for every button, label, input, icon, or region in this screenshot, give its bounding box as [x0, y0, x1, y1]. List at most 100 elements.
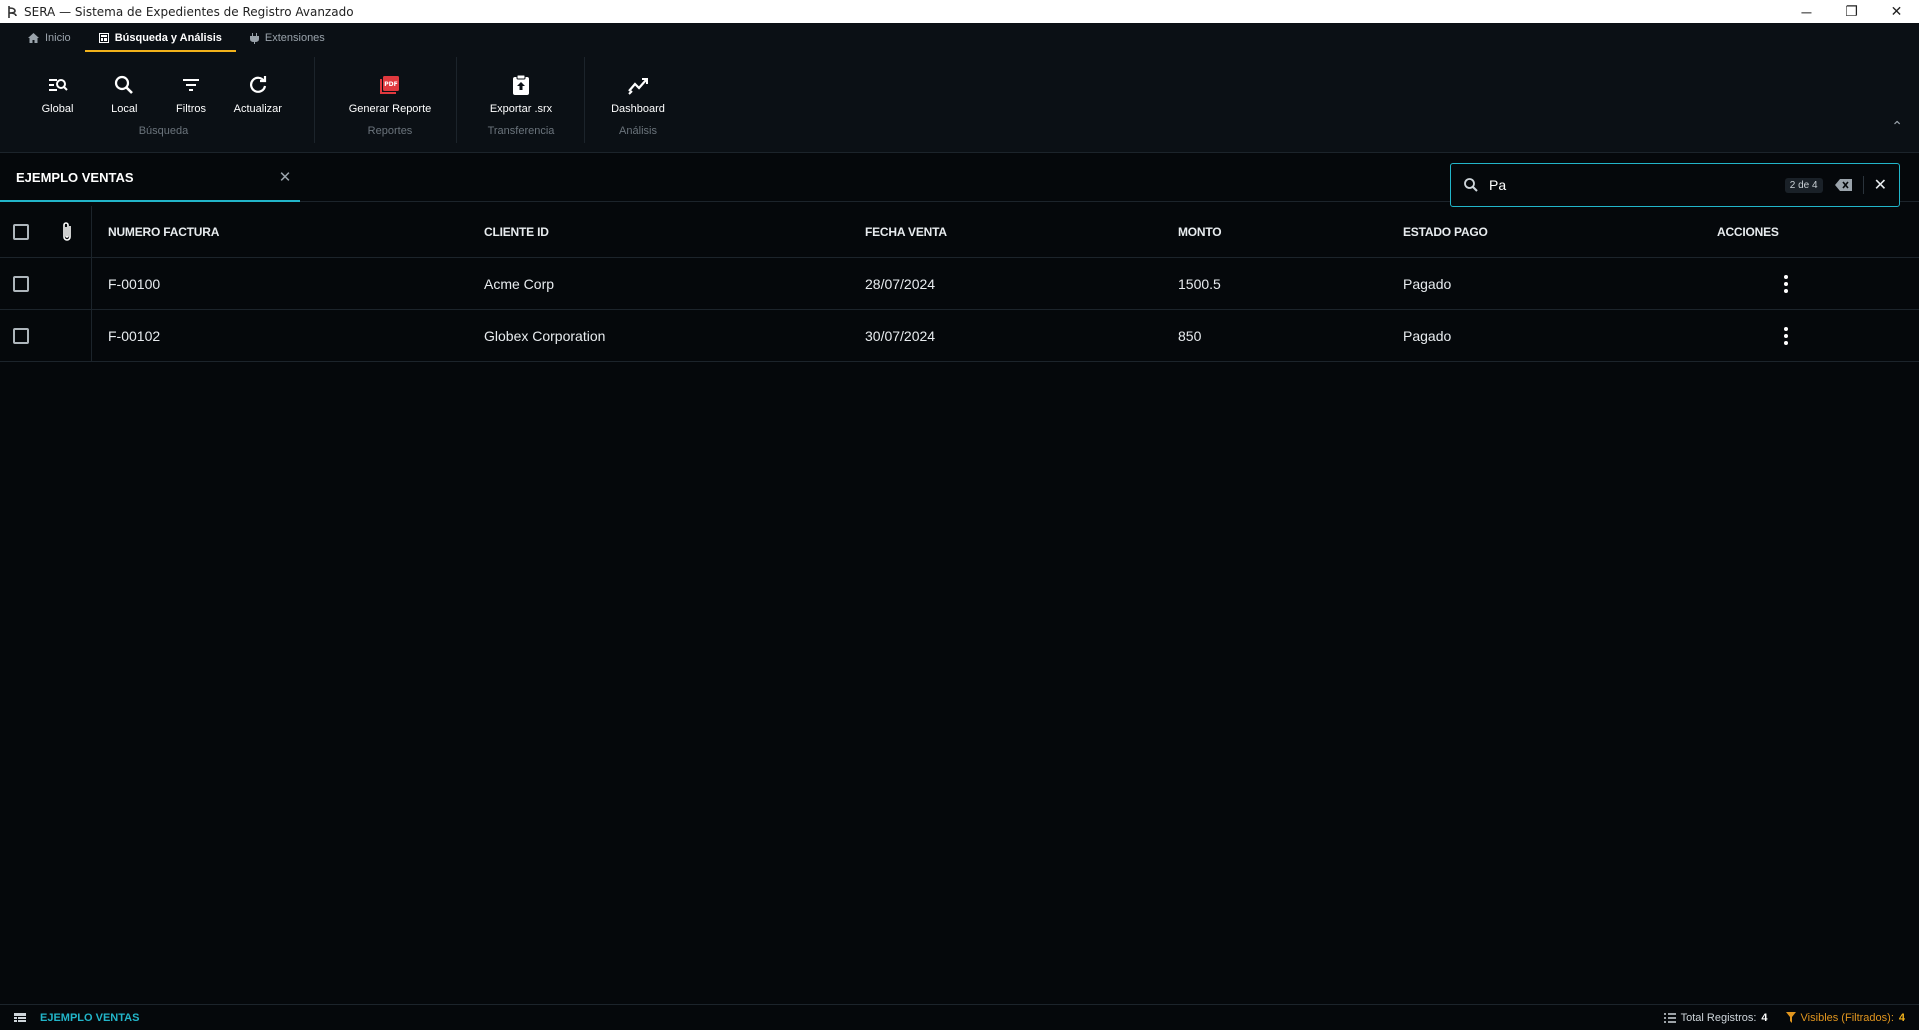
close-search-icon[interactable]: ✕ [1874, 175, 1887, 195]
search-input[interactable] [1489, 177, 1785, 193]
attachment-cell [42, 309, 92, 362]
total-records-label: Total Registros: [1680, 1011, 1757, 1024]
search-icon [115, 75, 134, 94]
backspace-clear-icon[interactable] [1834, 178, 1853, 192]
collapse-ribbon-icon[interactable]: ⌃ [1891, 118, 1903, 135]
kebab-menu-icon [1784, 274, 1788, 293]
doc-tab-ejemplo-ventas[interactable]: EJEMPLO VENTAS ✕ [0, 154, 300, 202]
group-label-reportes: Reportes [367, 125, 413, 137]
table-icon [98, 33, 109, 43]
cell-numero-factura: F-00102 [108, 327, 161, 344]
home-icon [28, 33, 39, 43]
cell-estado-pago: Pagado [1403, 275, 1452, 292]
column-header-cliente-id[interactable]: CLIENTE ID [468, 225, 849, 239]
refresh-label: Actualizar [233, 103, 282, 115]
tab-extensiones-label: Extensiones [264, 32, 325, 44]
ribbon: Global Local Filtros Actualizar Búsqueda… [0, 53, 1919, 153]
local-search-label: Local [111, 103, 138, 115]
dashboard-button[interactable]: Dashboard [598, 59, 678, 119]
attachment-column-header [42, 205, 92, 258]
cell-monto: 1500.5 [1178, 275, 1221, 292]
active-table-name: EJEMPLO VENTAS [40, 1011, 140, 1024]
ribbon-separator [456, 57, 457, 143]
global-search-label: Global [41, 103, 74, 115]
trend-chart-icon [628, 78, 648, 95]
visible-records-label: Visibles (Filtrados): [1800, 1011, 1894, 1024]
dashboard-label: Dashboard [611, 103, 665, 115]
total-records: Total Registros: 4 [1663, 1011, 1768, 1024]
puzzle-icon [249, 32, 259, 44]
doc-tab-label: EJEMPLO VENTAS [16, 169, 134, 185]
match-count-badge: 2 de 4 [1784, 177, 1823, 193]
search-box: 2 de 4 ✕ [1450, 163, 1900, 207]
ribbon-group-reportes: PDF Generar Reporte Reportes [330, 59, 450, 149]
group-label-analisis: Análisis [619, 125, 657, 137]
table-row[interactable]: F-00100 Acme Corp 28/07/2024 1500.5 Paga… [0, 257, 1919, 310]
paperclip-icon [62, 221, 71, 241]
kebab-menu-icon [1784, 326, 1788, 345]
filters-label: Filtros [176, 103, 206, 115]
cell-fecha-venta: 30/07/2024 [865, 327, 936, 344]
tab-inicio-label: Inicio [45, 32, 71, 44]
table-header: NUMERO FACTURA CLIENTE ID FECHA VENTA MO… [0, 205, 1919, 258]
window-title: SERA — Sistema de Expedientes de Registr… [24, 4, 354, 19]
row-actions-button[interactable] [1701, 326, 1871, 345]
row-checkbox[interactable] [13, 275, 29, 292]
local-search-button[interactable]: Local [85, 59, 163, 119]
column-header-acciones: ACCIONES [1717, 224, 1779, 239]
tab-inicio[interactable]: Inicio [14, 23, 85, 53]
title-bar: SERA — Sistema de Expedientes de Registr… [0, 0, 1919, 23]
restore-button[interactable]: ❐ [1829, 0, 1874, 23]
close-window-button[interactable]: ✕ [1874, 0, 1919, 23]
export-srx-label: Exportar .srx [489, 103, 553, 115]
select-all-cell [0, 223, 42, 240]
ribbon-tabs: Inicio Búsqueda y Análisis Extensiones [0, 23, 1919, 53]
app-logo-icon [4, 4, 20, 20]
export-srx-button[interactable]: Exportar .srx [470, 59, 572, 119]
column-header-monto[interactable]: MONTO [1162, 225, 1387, 239]
row-actions-button[interactable] [1701, 274, 1871, 293]
visible-records: Visibles (Filtrados): 4 [1785, 1011, 1905, 1024]
export-clipboard-icon [513, 74, 529, 95]
cell-cliente-id: Globex Corporation [484, 327, 606, 344]
filters-button[interactable]: Filtros [164, 59, 219, 119]
column-header-fecha-venta[interactable]: FECHA VENTA [849, 225, 1162, 239]
ribbon-group-transferencia: Exportar .srx Transferencia [470, 59, 572, 149]
filter-icon [183, 79, 200, 91]
minimize-button[interactable]: ─ [1784, 0, 1829, 23]
tab-extensiones[interactable]: Extensiones [236, 23, 339, 53]
refresh-button[interactable]: Actualizar [219, 59, 297, 119]
search-separator [1862, 176, 1864, 194]
row-select-cell [0, 275, 42, 292]
close-tab-icon[interactable]: ✕ [270, 168, 300, 186]
global-search-button[interactable]: Global [30, 59, 85, 119]
table-row[interactable]: F-00102 Globex Corporation 30/07/2024 85… [0, 309, 1919, 362]
generate-report-button[interactable]: PDF Generar Reporte [330, 59, 450, 119]
group-label-transferencia: Transferencia [487, 125, 555, 137]
table-grid-icon [14, 1012, 26, 1022]
row-checkbox[interactable] [13, 327, 29, 344]
column-header-estado-pago[interactable]: ESTADO PAGO [1387, 225, 1701, 239]
ribbon-separator [314, 57, 315, 143]
total-records-value: 4 [1761, 1011, 1768, 1024]
ribbon-group-analisis: Dashboard Análisis [598, 59, 678, 149]
status-bar: EJEMPLO VENTAS Total Registros: 4 Visibl… [0, 1004, 1919, 1030]
attachment-cell [42, 257, 92, 310]
tab-busqueda-analisis[interactable]: Búsqueda y Análisis [84, 23, 237, 53]
cell-monto: 850 [1178, 327, 1202, 344]
cell-fecha-venta: 28/07/2024 [865, 275, 936, 292]
row-select-cell [0, 327, 42, 344]
cell-cliente-id: Acme Corp [484, 275, 555, 292]
refresh-icon [249, 76, 266, 93]
visible-records-value: 4 [1898, 1011, 1905, 1024]
svg-text:PDF: PDF [384, 81, 397, 88]
search-icon [1464, 178, 1478, 192]
pdf-icon: PDF [380, 76, 399, 94]
select-all-checkbox[interactable] [13, 223, 29, 240]
global-search-icon [48, 79, 68, 91]
funnel-icon [1785, 1012, 1796, 1023]
list-icon [1663, 1012, 1676, 1023]
column-header-numero-factura[interactable]: NUMERO FACTURA [92, 225, 468, 239]
tab-busqueda-analisis-label: Búsqueda y Análisis [114, 32, 222, 44]
group-label-busqueda: Búsqueda [138, 125, 189, 137]
